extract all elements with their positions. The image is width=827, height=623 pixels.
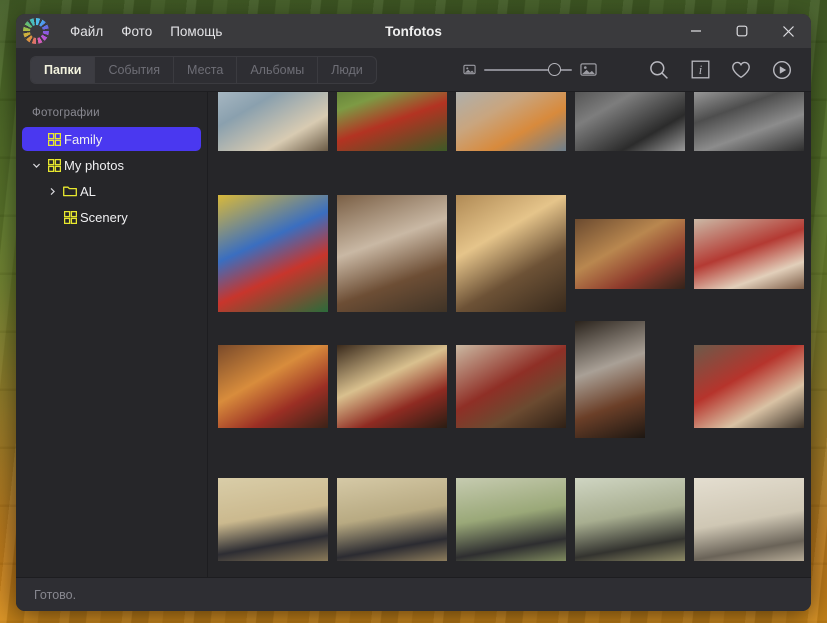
window-controls: [673, 14, 811, 48]
photo-thumbnail[interactable]: [456, 195, 566, 312]
sidebar-header: Фотографии: [16, 104, 207, 127]
festive-table-gathering-image: [694, 219, 804, 289]
family-dinner-interior-image: [575, 219, 685, 289]
status-text: Готово.: [34, 588, 76, 602]
two-women-at-table-image: [456, 345, 566, 428]
tab-places[interactable]: Места: [174, 57, 237, 83]
grid-folder-icon: [44, 133, 64, 146]
photo-thumbnail[interactable]: [456, 345, 566, 428]
vintage-group-bw-image: [575, 92, 685, 151]
app-logo-icon: [23, 18, 49, 44]
photo-thumbnail[interactable]: [694, 345, 804, 428]
sidebar-item-label: Family: [64, 132, 102, 147]
thumbnail-size-control: [463, 61, 597, 78]
slider-knob[interactable]: [548, 63, 561, 76]
photo-thumbnail[interactable]: [337, 195, 447, 312]
tab-albums[interactable]: Альбомы: [237, 57, 318, 83]
sidebar-item-my-photos[interactable]: My photos: [22, 153, 201, 177]
photo-thumbnail[interactable]: [575, 321, 645, 438]
tab-folders[interactable]: Папки: [31, 57, 95, 83]
thumbnail-size-slider[interactable]: [484, 63, 572, 77]
dinner-conversation-image: [694, 345, 804, 428]
folder-icon: [60, 185, 80, 197]
couple-outdoors-image: [456, 92, 566, 151]
photo-thumbnail[interactable]: [575, 219, 685, 289]
photo-thumbnail[interactable]: [337, 345, 447, 428]
boy-superhero-cape-image: [218, 195, 328, 312]
grid-folder-icon: [60, 211, 80, 224]
chevron-right-icon[interactable]: [44, 187, 60, 196]
photo-thumbnail[interactable]: [456, 92, 566, 151]
main-toolbar: Папки События Места Альбомы Люди i: [16, 48, 811, 92]
status-bar: Готово.: [16, 577, 811, 611]
view-tabs: Папки События Места Альбомы Люди: [30, 56, 377, 84]
large-image-icon: [580, 61, 597, 78]
sidebar: Фотографии Family My photos: [16, 92, 208, 577]
title-bar: Файл Фото Помощь Tonfotos: [16, 14, 811, 48]
couple-autumn-forest-image: [456, 195, 566, 312]
info-icon[interactable]: i: [685, 55, 715, 85]
photo-thumbnail[interactable]: [694, 478, 804, 561]
thanksgiving-laughing-image: [218, 345, 328, 428]
photo-thumbnail[interactable]: [218, 345, 328, 428]
family-dinner-portrait-image: [575, 321, 645, 438]
favorite-heart-icon[interactable]: [726, 55, 756, 85]
minimize-button[interactable]: [673, 14, 719, 48]
photo-grid-panel[interactable]: [208, 92, 811, 577]
family-field-1-image: [218, 478, 328, 561]
elderly-couple-forest-image: [337, 195, 447, 312]
tonfotos-window: Файл Фото Помощь Tonfotos Папки События …: [16, 14, 811, 611]
tab-events[interactable]: События: [95, 57, 174, 83]
small-image-icon: [463, 63, 476, 76]
photo-thumbnail[interactable]: [218, 92, 328, 151]
svg-text:i: i: [698, 63, 702, 77]
photo-thumbnail[interactable]: [694, 219, 804, 289]
person-picking-berries-image: [337, 92, 447, 151]
photo-thumbnail[interactable]: [575, 92, 685, 151]
folder-tree: Family My photos: [16, 127, 207, 229]
slideshow-play-icon[interactable]: [767, 55, 797, 85]
menu-help[interactable]: Помощь: [161, 20, 231, 43]
photo-thumbnail[interactable]: [337, 478, 447, 561]
sidebar-item-label: AL: [80, 184, 96, 199]
photo-grid[interactable]: [208, 92, 811, 577]
photo-thumbnail[interactable]: [218, 195, 328, 312]
family-field-2-image: [337, 478, 447, 561]
couple-candlelight-dinner-image: [337, 345, 447, 428]
sidebar-item-label: Scenery: [80, 210, 128, 225]
menu-photo[interactable]: Фото: [112, 20, 161, 43]
family-field-3-image: [456, 478, 566, 561]
close-button[interactable]: [765, 14, 811, 48]
sidebar-item-al[interactable]: AL: [22, 179, 201, 203]
photo-thumbnail[interactable]: [694, 92, 804, 151]
window-body: Фотографии Family My photos: [16, 92, 811, 577]
menu-bar: Файл Фото Помощь: [61, 20, 231, 43]
family-field-4-image: [575, 478, 685, 561]
sidebar-item-family[interactable]: Family: [22, 127, 201, 151]
photo-thumbnail[interactable]: [575, 478, 685, 561]
chevron-down-icon[interactable]: [28, 161, 44, 170]
photo-thumbnail[interactable]: [218, 478, 328, 561]
photo-thumbnail[interactable]: [456, 478, 566, 561]
sidebar-item-label: My photos: [64, 158, 124, 173]
toolbar-actions: i: [644, 55, 797, 85]
tab-people[interactable]: Люди: [318, 57, 376, 83]
vintage-soldier-family-bw-image: [694, 92, 804, 151]
photo-thumbnail[interactable]: [337, 92, 447, 151]
search-icon[interactable]: [644, 55, 674, 85]
family-field-5-image: [694, 478, 804, 561]
sidebar-item-scenery[interactable]: Scenery: [22, 205, 201, 229]
maximize-button[interactable]: [719, 14, 765, 48]
elderly-woman-portrait-image: [218, 92, 328, 151]
grid-folder-icon: [44, 159, 64, 172]
menu-file[interactable]: Файл: [61, 20, 112, 43]
